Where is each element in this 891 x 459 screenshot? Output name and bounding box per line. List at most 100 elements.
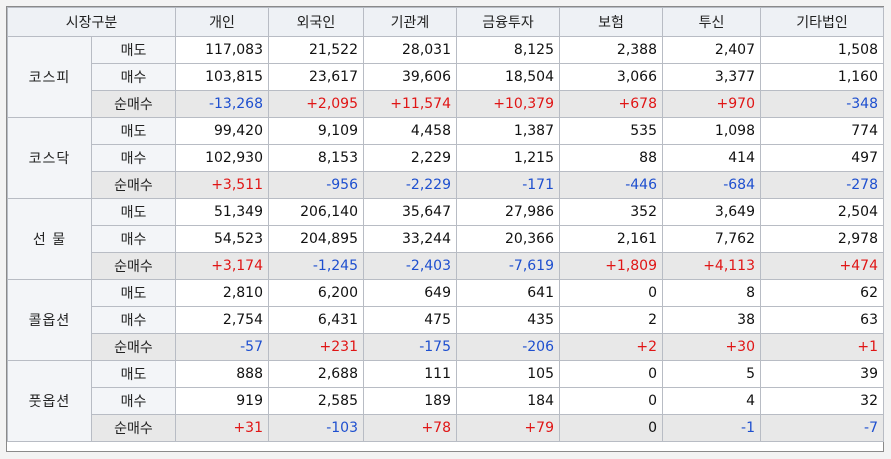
header-investment-trust[interactable]: 투신 [662,7,761,37]
value-cell[interactable]: 189 [363,387,457,415]
value-cell[interactable]: 2,504 [760,198,884,226]
table-row-buy[interactable]: 매수 102,930 8,153 2,229 1,215 88 414 497 [8,144,884,172]
value-cell[interactable]: 8,125 [456,36,560,64]
value-cell[interactable]: 1,215 [456,144,560,172]
table-row-sell[interactable]: 풋옵션 매도 888 2,688 111 105 0 5 39 [7,360,884,442]
value-cell[interactable]: 1,160 [760,63,884,91]
table-row-net[interactable]: 순매수 +3,511 -956 -2,229 -171 -446 -684 -278 [8,171,884,199]
value-cell[interactable]: +2,095 [268,90,364,118]
table-row-buy[interactable]: 매수 2,754 6,431 475 435 2 38 63 [8,306,884,334]
value-cell[interactable]: +11,574 [363,90,457,118]
value-cell[interactable]: 649 [363,279,457,307]
value-cell[interactable]: 18,504 [456,63,560,91]
value-cell[interactable]: -2,229 [363,171,457,199]
header-financial-investment[interactable]: 금융투자 [456,7,560,37]
value-cell[interactable]: +1 [760,333,884,361]
value-cell[interactable]: 1,387 [456,117,560,145]
value-cell[interactable]: 497 [760,144,884,172]
value-cell[interactable]: 2,978 [760,225,884,253]
value-cell[interactable]: 774 [760,117,884,145]
value-cell[interactable]: 3,649 [662,198,761,226]
value-cell[interactable]: -171 [456,171,560,199]
value-cell[interactable]: -1,245 [268,252,364,280]
value-cell[interactable]: 2,388 [559,36,663,64]
value-cell[interactable]: 414 [662,144,761,172]
value-cell[interactable]: 5 [662,360,761,388]
value-cell[interactable]: 27,986 [456,198,560,226]
value-cell[interactable]: 6,431 [268,306,364,334]
value-cell[interactable]: 1,098 [662,117,761,145]
table-row-sell[interactable]: 콜옵션 매도 2,810 6,200 649 641 0 8 62 [7,279,884,361]
value-cell[interactable]: 38 [662,306,761,334]
value-cell[interactable]: +3,511 [175,171,269,199]
value-cell[interactable]: -103 [268,414,364,442]
value-cell[interactable]: 8 [662,279,761,307]
value-cell[interactable]: -446 [559,171,663,199]
value-cell[interactable]: 4 [662,387,761,415]
header-institution-total[interactable]: 기관계 [363,7,457,37]
value-cell[interactable]: 39 [760,360,884,388]
value-cell[interactable]: 63 [760,306,884,334]
value-cell[interactable]: 206,140 [268,198,364,226]
value-cell[interactable]: 33,244 [363,225,457,253]
value-cell[interactable]: +970 [662,90,761,118]
value-cell[interactable]: +1,809 [559,252,663,280]
table-row-net[interactable]: 순매수 -13,268 +2,095 +11,574 +10,379 +678 +970 -3… [8,90,884,118]
value-cell[interactable]: -956 [268,171,364,199]
value-cell[interactable]: 641 [456,279,560,307]
value-cell[interactable]: 919 [175,387,269,415]
value-cell[interactable]: 7,762 [662,225,761,253]
value-cell[interactable]: -278 [760,171,884,199]
value-cell[interactable]: +30 [662,333,761,361]
value-cell[interactable]: 102,930 [175,144,269,172]
value-cell[interactable]: 1,508 [760,36,884,64]
value-cell[interactable]: 0 [559,387,663,415]
value-cell[interactable]: +79 [456,414,560,442]
value-cell[interactable]: -2,403 [363,252,457,280]
header-foreign[interactable]: 외국인 [268,7,364,37]
value-cell[interactable]: -57 [175,333,269,361]
value-cell[interactable]: 3,066 [559,63,663,91]
value-cell[interactable]: 23,617 [268,63,364,91]
value-cell[interactable]: 2,407 [662,36,761,64]
table-row-sell[interactable]: 코스닥 매도 99,420 9,109 4,458 1,387 535 1,098 774 [7,117,884,199]
value-cell[interactable]: +4,113 [662,252,761,280]
table-row-net[interactable]: 순매수 +3,174 -1,245 -2,403 -7,619 +1,809 +4,113 +… [8,252,884,280]
value-cell[interactable]: +474 [760,252,884,280]
header-insurance[interactable]: 보험 [559,7,663,37]
value-cell[interactable]: 435 [456,306,560,334]
header-other-corporations[interactable]: 기타법인 [760,7,884,37]
value-cell[interactable]: +3,174 [175,252,269,280]
table-row-buy[interactable]: 매수 919 2,585 189 184 0 4 32 [8,387,884,415]
value-cell[interactable]: +678 [559,90,663,118]
value-cell[interactable]: -7,619 [456,252,560,280]
value-cell[interactable]: 105 [456,360,560,388]
value-cell[interactable]: -684 [662,171,761,199]
value-cell[interactable]: -175 [363,333,457,361]
value-cell[interactable]: 28,031 [363,36,457,64]
value-cell[interactable]: 6,200 [268,279,364,307]
value-cell[interactable]: 54,523 [175,225,269,253]
value-cell[interactable]: 535 [559,117,663,145]
value-cell[interactable]: 2,688 [268,360,364,388]
value-cell[interactable]: -1 [662,414,761,442]
value-cell[interactable]: -348 [760,90,884,118]
value-cell[interactable]: 35,647 [363,198,457,226]
value-cell[interactable]: 21,522 [268,36,364,64]
value-cell[interactable]: 0 [559,360,663,388]
table-row-net[interactable]: 순매수 +31 -103 +78 +79 0 -1 -7 [8,414,884,442]
value-cell[interactable]: 4,458 [363,117,457,145]
value-cell[interactable]: 184 [456,387,560,415]
value-cell[interactable]: 0 [559,414,663,442]
table-row-net[interactable]: 순매수 -57 +231 -175 -206 +2 +30 +1 [8,333,884,361]
value-cell[interactable]: 9,109 [268,117,364,145]
value-cell[interactable]: +231 [268,333,364,361]
value-cell[interactable]: +10,379 [456,90,560,118]
value-cell[interactable]: 103,815 [175,63,269,91]
table-row-sell[interactable]: 선 물 매도 51,349 206,140 35,647 27,986 352 3,649 2,… [7,198,884,280]
value-cell[interactable]: 62 [760,279,884,307]
value-cell[interactable]: -206 [456,333,560,361]
value-cell[interactable]: 51,349 [175,198,269,226]
value-cell[interactable]: 88 [559,144,663,172]
value-cell[interactable]: 204,895 [268,225,364,253]
